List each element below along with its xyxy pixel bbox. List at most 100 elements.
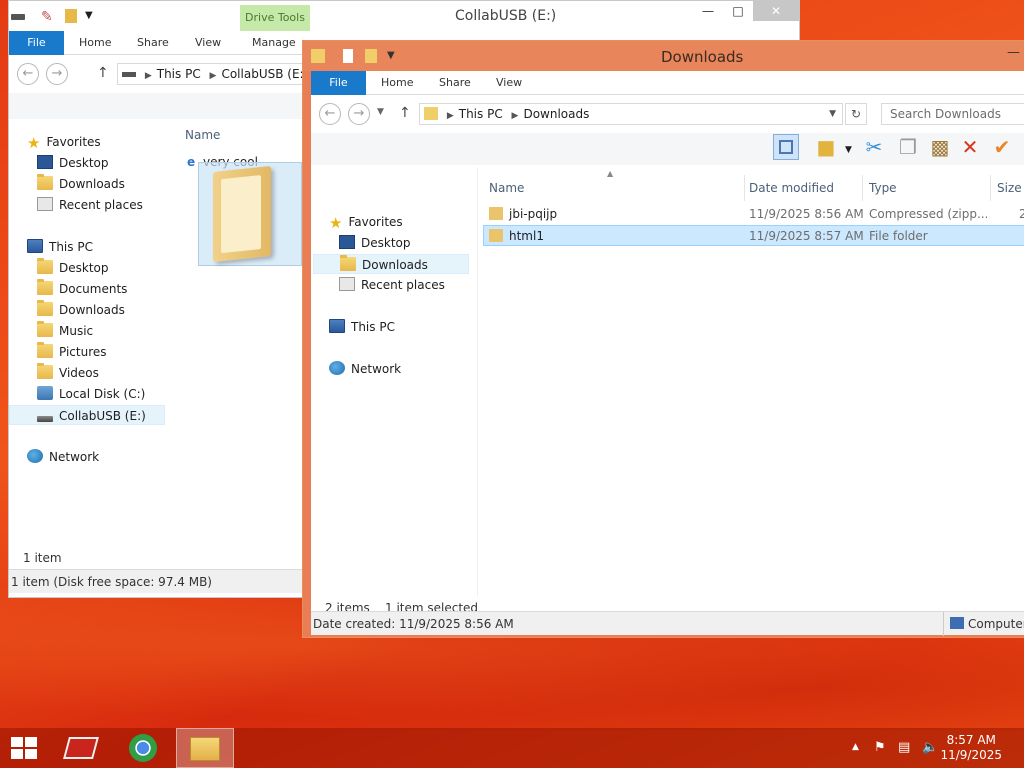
paste-icon[interactable]: ▩ [927,134,953,160]
title-bar[interactable]: ▼ Downloads — [303,41,1024,71]
tab-view[interactable]: View [486,71,532,95]
tree-item-documents[interactable]: Documents [37,279,127,299]
folder-options-icon[interactable]: ■ [813,134,839,160]
tab-view[interactable]: View [185,31,231,55]
show-hidden-icons[interactable]: ▲ [852,742,859,752]
tree-label: Downloads [362,258,428,272]
date-created: Date created: 11/9/2025 8:56 AM [313,617,514,631]
tree-item-desktop[interactable]: Desktop [339,233,411,253]
tree-network[interactable]: Network [329,359,401,379]
tree-item-recent-places[interactable]: Recent places [339,275,445,295]
close-button[interactable]: ✕ [753,1,799,21]
clock[interactable]: 8:57 AM 11/9/2025 [940,733,1002,763]
desktop-icon [37,155,53,169]
tree-item-desktop[interactable]: Desktop [37,153,109,173]
up-button[interactable]: ↑ [399,105,411,121]
tree-label: CollabUSB (E:) [59,409,146,423]
tree-favorites[interactable]: ★ Favorites [329,212,403,232]
back-button[interactable]: ← [319,103,341,125]
tree-item-pictures[interactable]: Pictures [37,342,107,362]
crumb-collabusb[interactable]: CollabUSB (E:) [221,67,302,81]
details-bar: 1 item (Disk free space: 97.4 MB) [9,569,303,593]
tree-network[interactable]: Network [27,447,99,467]
folder-options-dropdown-icon[interactable]: ▼ [845,145,852,155]
downloads-folder-icon [424,107,438,120]
tree-this-pc[interactable]: This PC [329,317,395,337]
maximize-button[interactable]: □ [725,1,751,21]
preview-pane-icon[interactable] [773,134,799,160]
tree-item-recent-places[interactable]: Recent places [37,195,143,215]
crumb-downloads[interactable]: Downloads [523,107,589,121]
refresh-icon[interactable]: ↻ [845,103,867,125]
title-bar[interactable]: ✎ ▼ Drive Tools CollabUSB (E:) — □ ✕ [9,1,799,31]
tree-item-local-disk[interactable]: Local Disk (C:) [37,384,145,404]
tab-share[interactable]: Share [429,71,481,95]
cut-icon[interactable]: ✂ [861,134,887,160]
status-item-count: 1 item [23,551,62,565]
address-dropdown-icon[interactable]: ▼ [829,104,836,124]
taskbar-app-red[interactable] [52,728,110,768]
back-button[interactable]: ← [17,63,39,85]
delete-icon[interactable]: ✕ [957,134,983,160]
tree-this-pc[interactable]: This PC [27,237,93,257]
action-center-flag-icon[interactable]: ⚑ [874,740,886,755]
properties-icon[interactable]: ✎ [41,9,53,25]
copy-icon[interactable]: ❐ [895,134,921,160]
downloads-window[interactable]: ▼ Downloads — File Home Share View ← → ▼… [302,40,1024,638]
taskbar-chrome[interactable] [114,728,172,768]
address-row: ← → ▼ ↑ ▶ This PC ▶ Downloads ▼ ↻ Search D… [311,97,1024,133]
column-header-size[interactable]: Size [991,175,1024,201]
toolbar-strip [9,93,303,119]
tree-item-downloads[interactable]: Downloads [37,300,125,320]
tab-home[interactable]: Home [69,31,121,55]
address-bar[interactable]: ▶ This PC ▶ Downloads ▼ [419,103,843,125]
column-header-date[interactable]: Date modified [743,175,863,201]
crumb-this-pc[interactable]: This PC [459,107,503,121]
tab-home[interactable]: Home [371,71,423,95]
column-header-name[interactable]: Name [483,175,745,201]
tree-favorites[interactable]: ★ Favorites [27,132,101,152]
recent-places-icon [37,197,53,211]
up-button[interactable]: ↑ [97,65,109,81]
column-header-name[interactable]: Name [185,128,220,142]
tree-item-videos[interactable]: Videos [37,363,99,383]
network-status-icon[interactable]: ▤ [898,740,910,755]
minimize-button[interactable]: — [695,1,721,21]
tab-manage[interactable]: Manage [242,31,306,55]
pane-divider[interactable] [477,167,478,597]
row-date: 11/9/2025 8:56 AM [749,207,864,221]
tree-item-desktop[interactable]: Desktop [37,258,109,278]
file-row[interactable]: jbi-pqijp 11/9/2025 8:56 AM Compressed (… [483,204,1024,225]
new-folder-icon[interactable] [365,49,377,63]
file-row[interactable]: html1 11/9/2025 8:57 AM File folder [483,225,1024,246]
tree-label: Desktop [361,236,411,250]
tree-item-collabusb[interactable]: CollabUSB (E:) [9,405,165,425]
start-button[interactable] [0,728,48,768]
tab-file[interactable]: File [311,71,366,95]
new-folder-icon[interactable] [65,9,77,23]
tab-file[interactable]: File [9,31,64,55]
volume-muted-icon[interactable]: 🔈 [922,740,938,755]
properties-icon[interactable] [343,49,353,63]
status-disk-space: 1 item (Disk free space: 97.4 MB) [11,575,212,589]
address-bar[interactable]: ▶ This PC ▶ CollabUSB (E:) [117,63,303,85]
forward-button[interactable]: → [348,103,370,125]
tree-item-downloads[interactable]: Downloads [37,174,125,194]
drag-preview [198,162,302,266]
qat-dropdown-icon[interactable]: ▼ [387,50,395,61]
tree-item-downloads[interactable]: Downloads [313,254,469,274]
taskbar-file-explorer[interactable] [176,728,234,768]
crumb-this-pc[interactable]: This PC [157,67,201,81]
zip-folder-icon [489,207,503,220]
tab-share[interactable]: Share [127,31,179,55]
column-header-type[interactable]: Type [863,175,991,201]
qat-dropdown-icon[interactable]: ▼ [85,10,93,21]
recent-locations-icon[interactable]: ▼ [377,107,384,117]
rename-check-icon[interactable]: ✔ [989,134,1015,160]
forward-button[interactable]: → [46,63,68,85]
search-input[interactable]: Search Downloads [881,103,1024,125]
minimize-button[interactable]: — [1007,45,1020,60]
tree-label: Downloads [59,303,125,317]
tree-item-music[interactable]: Music [37,321,93,341]
star-icon: ★ [329,214,343,232]
